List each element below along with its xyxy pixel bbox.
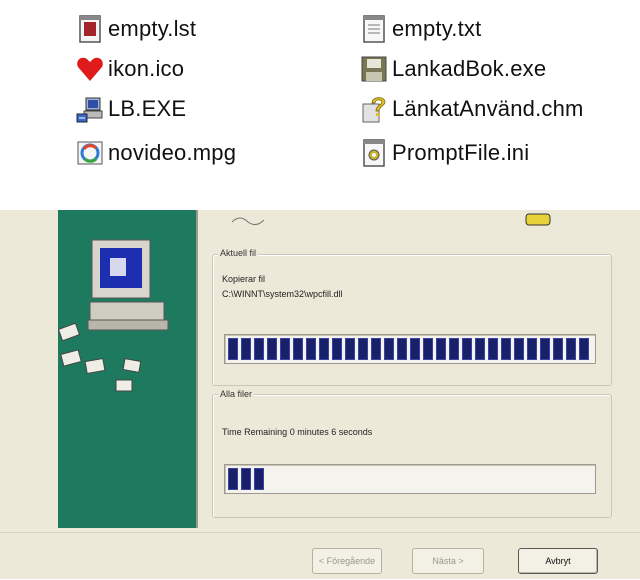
copying-path: C:\WINNT\system32\wpcfill.dll bbox=[222, 289, 343, 299]
total-progress bbox=[224, 464, 596, 494]
computer-illustration-icon bbox=[57, 239, 169, 392]
progress-block bbox=[527, 338, 537, 360]
header-graphic-icon bbox=[231, 217, 265, 226]
progress-block bbox=[462, 338, 472, 360]
progress-block bbox=[501, 338, 511, 360]
file-item[interactable]: empty.lst bbox=[76, 12, 196, 46]
progress-block bbox=[514, 338, 524, 360]
file-name: novideo.mpg bbox=[108, 140, 237, 165]
progress-block bbox=[319, 338, 329, 360]
button-row: < Föregående Nästa > Avbryt bbox=[0, 532, 640, 580]
total-progress-fill bbox=[228, 468, 264, 490]
file-item[interactable]: novideo.mpg bbox=[76, 136, 236, 170]
progress-block bbox=[371, 338, 381, 360]
file-name: empty.txt bbox=[392, 16, 482, 41]
time-remaining: Time Remaining 0 minutes 6 seconds bbox=[222, 427, 373, 437]
progress-block bbox=[488, 338, 498, 360]
progress-block bbox=[449, 338, 459, 360]
heart-icon bbox=[76, 54, 104, 84]
progress-block bbox=[384, 338, 394, 360]
installer-sidebar bbox=[57, 210, 198, 528]
progress-block bbox=[423, 338, 433, 360]
progress-block bbox=[254, 338, 264, 360]
file-name: PromptFile.ini bbox=[392, 140, 530, 165]
installer-window: Aktuell fil Kopierar fil C:\WINNT\system… bbox=[0, 210, 640, 579]
file-item[interactable]: LB.EXE bbox=[76, 92, 187, 126]
current-file-progress bbox=[224, 334, 596, 364]
progress-block bbox=[254, 468, 264, 490]
progress-block bbox=[280, 338, 290, 360]
current-file-progress-fill bbox=[228, 338, 589, 360]
file-name: LänkatAnvänd.chm bbox=[392, 96, 584, 121]
progress-block bbox=[566, 338, 576, 360]
file-listing: empty.lst empty.txt ikon.ico LankadBok.e… bbox=[0, 0, 640, 210]
file-name: empty.lst bbox=[108, 16, 197, 41]
media-file-icon bbox=[76, 138, 104, 168]
file-item[interactable]: PromptFile.ini bbox=[360, 136, 529, 170]
header-badge-icon bbox=[525, 213, 551, 226]
progress-block bbox=[332, 338, 342, 360]
back-button[interactable]: < Föregående bbox=[312, 548, 382, 574]
progress-block bbox=[293, 338, 303, 360]
progress-block bbox=[306, 338, 316, 360]
installer-panel: Aktuell fil Kopierar fil C:\WINNT\system… bbox=[200, 210, 640, 532]
progress-block bbox=[241, 468, 251, 490]
file-name: LB.EXE bbox=[108, 96, 187, 122]
current-file-legend: Aktuell fil bbox=[218, 248, 259, 258]
progress-block bbox=[540, 338, 550, 360]
progress-block bbox=[358, 338, 368, 360]
all-files-legend: Alla filer bbox=[218, 389, 255, 399]
next-button[interactable]: Nästa > bbox=[412, 548, 484, 574]
setup-program-icon bbox=[76, 94, 104, 124]
progress-block bbox=[436, 338, 446, 360]
file-item[interactable]: LankadBok.exe bbox=[360, 52, 546, 86]
file-name: ikon.ico bbox=[108, 56, 185, 81]
floppy-icon bbox=[360, 54, 388, 84]
progress-block bbox=[410, 338, 420, 360]
progress-block bbox=[241, 338, 251, 360]
file-item[interactable]: LänkatAnvänd.chm bbox=[360, 92, 584, 126]
progress-block bbox=[397, 338, 407, 360]
progress-block bbox=[475, 338, 485, 360]
file-item[interactable]: empty.txt bbox=[360, 12, 481, 46]
progress-block bbox=[579, 338, 589, 360]
all-files-group bbox=[212, 394, 612, 518]
file-item[interactable]: ikon.ico bbox=[76, 52, 184, 86]
text-file-icon bbox=[360, 14, 388, 44]
config-file-icon bbox=[360, 138, 388, 168]
progress-block bbox=[228, 338, 238, 360]
current-file-group bbox=[212, 254, 612, 386]
progress-block bbox=[228, 468, 238, 490]
document-red-icon bbox=[76, 14, 104, 44]
progress-block bbox=[553, 338, 563, 360]
progress-block bbox=[345, 338, 355, 360]
progress-block bbox=[267, 338, 277, 360]
copying-label: Kopierar fil bbox=[222, 274, 266, 284]
cancel-button[interactable]: Avbryt bbox=[518, 548, 598, 574]
help-file-icon bbox=[360, 94, 388, 124]
file-name: LankadBok.exe bbox=[392, 56, 547, 81]
